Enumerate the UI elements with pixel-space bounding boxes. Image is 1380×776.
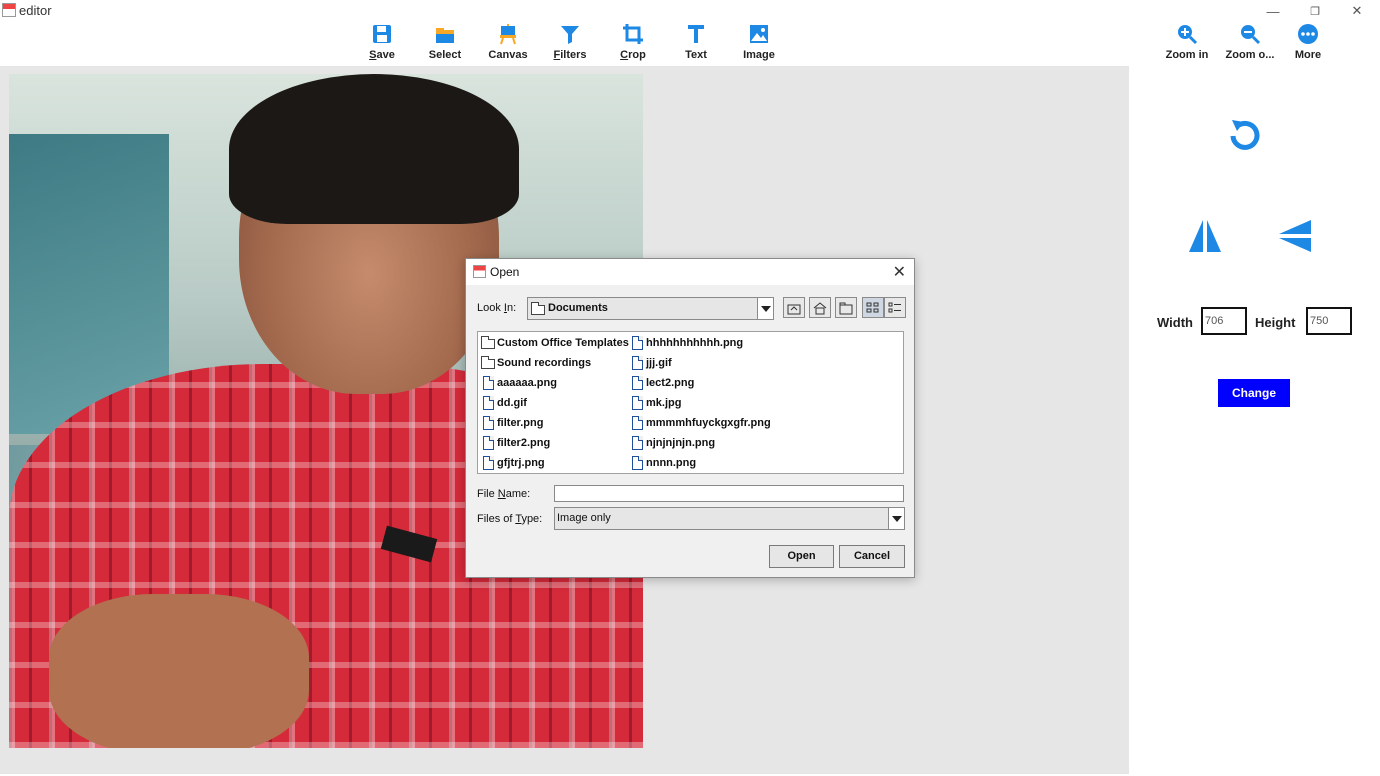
file-icon (483, 436, 494, 450)
file-icon (483, 416, 494, 430)
change-button[interactable]: Change (1218, 379, 1290, 407)
select-label: Select (428, 49, 462, 61)
dialog-close-button[interactable]: ✕ (893, 262, 906, 282)
java-app-icon (473, 265, 486, 278)
file-name-input[interactable] (554, 485, 904, 502)
file-icon (483, 456, 494, 470)
look-in-value: Documents (548, 302, 608, 314)
more-button[interactable]: More (1276, 22, 1340, 66)
photo-hair (229, 74, 519, 224)
file-name-label: File Name: (477, 488, 531, 500)
file-icon (632, 396, 643, 410)
folder-open-icon (436, 28, 454, 43)
height-label: Height (1255, 315, 1296, 330)
properties-panel: Width 706 Height 750 Change (1129, 66, 1380, 774)
more-icon (1298, 24, 1318, 44)
crop-icon (623, 24, 643, 44)
title-bar: editor — ❐ ✕ (0, 0, 1380, 22)
text-label: Text (685, 49, 707, 61)
close-window-button[interactable]: ✕ (1336, 0, 1378, 22)
look-in-label: Look In: (477, 302, 517, 314)
rotate-icon[interactable] (1225, 116, 1265, 156)
flip-horizontal-icon[interactable] (1187, 218, 1223, 254)
open-button[interactable]: Open (769, 545, 834, 568)
height-input[interactable]: 750 (1306, 307, 1352, 335)
more-label: More (1294, 49, 1322, 61)
zoom-out-button[interactable]: Zoom o... (1218, 22, 1282, 66)
filter-icon (561, 26, 579, 44)
canvas-button[interactable]: Canvas (476, 22, 540, 66)
open-file-dialog: Open ✕ Look In: Documents Custom Office … (465, 258, 915, 578)
crop-button[interactable]: Crop (601, 22, 665, 66)
image-button[interactable]: Image (727, 22, 791, 66)
dialog-title: Open (490, 265, 520, 279)
zoom-in-label: Zoom in (1165, 49, 1209, 61)
list-view-button[interactable] (862, 297, 884, 318)
files-of-type-dropdown[interactable]: Image only (554, 507, 905, 530)
list-view-icon (866, 302, 879, 313)
file-icon (483, 396, 494, 410)
details-view-button[interactable] (884, 297, 906, 318)
chevron-down-icon (888, 508, 904, 529)
folder-icon (531, 302, 545, 315)
folder-icon (481, 356, 495, 369)
image-label: Image (743, 49, 775, 61)
java-app-icon (2, 3, 16, 17)
maximize-button[interactable]: ❐ (1294, 0, 1336, 22)
new-folder-icon (839, 302, 853, 315)
width-input[interactable]: 706 (1201, 307, 1247, 335)
up-one-level-button[interactable] (783, 297, 805, 318)
file-list[interactable]: Custom Office Templates Sound recordings… (477, 331, 904, 474)
window-title: editor (19, 3, 52, 18)
files-of-type-label: Files of Type: (477, 513, 543, 525)
save-button[interactable]: Save (350, 22, 414, 66)
crop-label: Crop (620, 49, 646, 61)
folder-icon (481, 336, 495, 349)
file-icon (632, 456, 643, 470)
new-folder-button[interactable] (835, 297, 857, 318)
file-icon (632, 376, 643, 390)
select-button[interactable]: Select (413, 22, 477, 66)
look-in-dropdown[interactable]: Documents (527, 297, 774, 320)
filters-label: Filters (553, 49, 587, 61)
file-icon (632, 336, 643, 350)
minimize-button[interactable]: — (1252, 0, 1294, 22)
photo-arm (49, 594, 309, 748)
zoom-in-button[interactable]: Zoom in (1155, 22, 1219, 66)
details-view-icon (888, 302, 901, 313)
file-icon (632, 436, 643, 450)
cancel-button[interactable]: Cancel (839, 545, 905, 568)
zoom-out-icon (1241, 25, 1261, 45)
home-button[interactable] (809, 297, 831, 318)
zoom-in-icon (1178, 25, 1198, 45)
files-of-type-value: Image only (557, 512, 611, 524)
zoom-out-label: Zoom o... (1225, 49, 1275, 61)
file-icon (483, 376, 494, 390)
save-label: Save (369, 49, 395, 61)
save-icon (373, 25, 391, 43)
file-icon (632, 356, 643, 370)
dialog-title-bar: Open ✕ (466, 259, 914, 285)
flip-vertical-icon[interactable] (1277, 218, 1313, 254)
chevron-down-icon (757, 298, 773, 319)
text-button[interactable]: Text (664, 22, 728, 66)
width-label: Width (1157, 315, 1193, 330)
filters-button[interactable]: Filters (538, 22, 602, 66)
text-icon (688, 25, 704, 43)
file-icon (632, 416, 643, 430)
image-icon (750, 25, 768, 43)
up-folder-icon (787, 304, 801, 315)
canvas-label: Canvas (488, 49, 528, 61)
home-icon (813, 302, 827, 315)
easel-icon (500, 24, 516, 45)
toolbar: Save Select Canvas Filters Crop Text Ima… (0, 22, 1380, 66)
